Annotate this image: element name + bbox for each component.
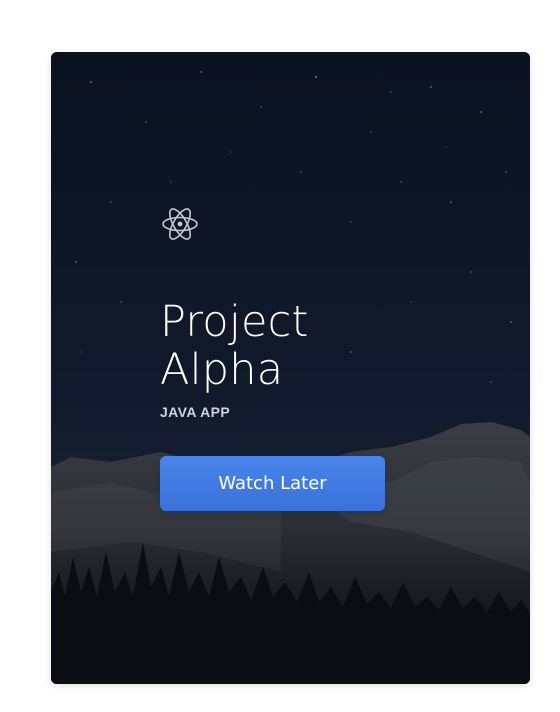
watch-later-button[interactable]: Watch Later [160,456,385,511]
project-subtitle: JAVA APP [160,404,231,420]
project-title: Project Alpha [160,298,460,394]
project-card: Project Alpha JAVA APP Watch Later [51,52,530,684]
card-content: Project Alpha JAVA APP Watch Later [160,202,460,511]
atom-icon [160,202,200,246]
title-line-2: Alpha [160,345,284,395]
title-line-1: Project [160,297,309,347]
